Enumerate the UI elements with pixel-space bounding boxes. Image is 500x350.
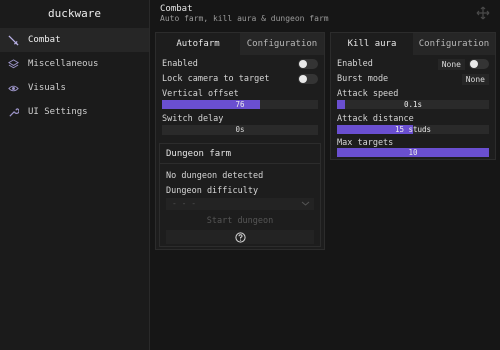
autofarm-enabled-label: Enabled — [162, 59, 198, 69]
slider-value: 76 — [235, 100, 245, 109]
attack-speed-row: Attack speed — [337, 88, 489, 100]
sidebar-item-label: Visuals — [28, 83, 66, 93]
killaura-enabled-toggle[interactable] — [469, 59, 489, 69]
tab-autofarm-configuration[interactable]: Configuration — [240, 33, 324, 55]
sidebar-item-miscellaneous[interactable]: Miscellaneous — [0, 52, 149, 76]
lock-camera-row: Lock camera to target — [162, 73, 318, 85]
sidebar-item-label: Combat — [28, 35, 61, 45]
autofarm-enabled-row: Enabled — [162, 58, 318, 70]
dungeon-status: No dungeon detected — [166, 171, 264, 181]
max-targets-slider[interactable]: 10 — [337, 148, 489, 157]
page-title: Combat — [160, 4, 193, 14]
max-targets-label: Max targets — [337, 138, 394, 148]
killaura-panel: Kill aura Configuration Enabled None Bur… — [330, 32, 496, 160]
tab-autofarm[interactable]: Autofarm — [156, 33, 240, 55]
slider-value: 15 studs — [394, 125, 432, 134]
dungeon-difficulty-row: Dungeon difficulty — [166, 185, 314, 197]
lock-camera-label: Lock camera to target — [162, 74, 270, 84]
sidebar-item-ui-settings[interactable]: UI Settings — [0, 100, 149, 124]
autofarm-enabled-toggle[interactable] — [298, 59, 318, 69]
sidebar-item-visuals[interactable]: Visuals — [0, 76, 149, 100]
burst-mode-label: Burst mode — [337, 74, 389, 84]
sidebar-item-label: UI Settings — [28, 107, 88, 117]
sidebar: duckware Combat Miscellaneous Visuals UI… — [0, 0, 150, 350]
help-button[interactable] — [166, 230, 314, 244]
dropdown-value: - - - — [172, 199, 197, 208]
layers-icon — [8, 58, 19, 68]
lock-camera-toggle[interactable] — [298, 74, 318, 84]
killaura-keybind-button[interactable]: None — [437, 58, 465, 70]
dungeon-difficulty-label: Dungeon difficulty — [166, 186, 259, 196]
dungeon-status-row: No dungeon detected — [166, 170, 314, 182]
sidebar-item-combat[interactable]: Combat — [0, 28, 149, 52]
slider-value: 0.1s — [403, 100, 423, 109]
chevron-down-icon — [301, 201, 310, 206]
switch-delay-row: Switch delay — [162, 113, 318, 125]
tab-killaura-configuration[interactable]: Configuration — [413, 33, 495, 55]
eye-icon — [8, 85, 19, 91]
killaura-enabled-row: Enabled None — [337, 58, 489, 70]
autofarm-panel: Autofarm Configuration Enabled Lock came… — [155, 32, 325, 250]
vertical-offset-label: Vertical offset — [162, 89, 239, 99]
tab-kill-aura[interactable]: Kill aura — [331, 33, 413, 55]
switch-delay-label: Switch delay — [162, 114, 224, 124]
attack-distance-label: Attack distance — [337, 114, 414, 124]
attack-speed-slider[interactable]: 0.1s — [337, 100, 489, 109]
page-subtitle: Auto farm, kill aura & dungeon farm — [160, 14, 329, 23]
attack-distance-row: Attack distance — [337, 113, 489, 125]
start-dungeon-button[interactable]: Start dungeon — [166, 214, 314, 228]
dungeon-title: Dungeon farm — [160, 144, 320, 164]
header: Combat Auto farm, kill aura & dungeon fa… — [151, 0, 500, 28]
burst-mode-keybind-button[interactable]: None — [461, 73, 489, 85]
attack-speed-label: Attack speed — [337, 89, 399, 99]
vertical-offset-slider[interactable]: 76 — [162, 100, 318, 109]
sword-icon — [8, 34, 19, 46]
vertical-offset-row: Vertical offset — [162, 88, 318, 100]
app-title: duckware — [48, 7, 101, 20]
switch-delay-input[interactable]: 0s — [162, 125, 318, 135]
sidebar-item-label: Miscellaneous — [28, 59, 99, 69]
burst-mode-row: Burst mode None — [337, 73, 489, 85]
killaura-enabled-label: Enabled — [337, 59, 373, 69]
dungeon-difficulty-dropdown[interactable]: - - - — [166, 198, 314, 210]
question-icon — [234, 231, 246, 243]
move-icon[interactable] — [476, 6, 490, 20]
dungeon-panel: Dungeon farm No dungeon detected Dungeon… — [159, 143, 321, 247]
wrench-icon — [9, 107, 19, 117]
slider-value: 10 — [408, 148, 418, 157]
attack-distance-slider[interactable]: 15 studs — [337, 125, 489, 134]
